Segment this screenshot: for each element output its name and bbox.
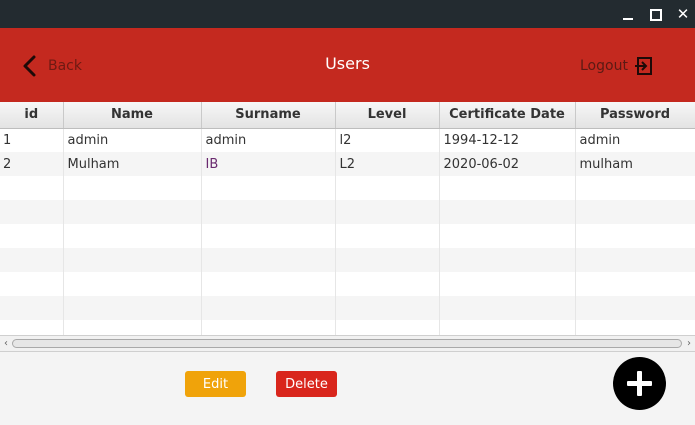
edit-button[interactable]: Edit [185, 371, 246, 397]
add-user-button[interactable] [613, 357, 666, 410]
column-header-level[interactable]: Level [335, 102, 440, 129]
empty-row [0, 200, 695, 224]
column-header-id[interactable]: id [0, 102, 64, 129]
cell-password: admin [575, 128, 695, 152]
window-titlebar: ✕ [0, 0, 695, 28]
cell-id: 2 [0, 152, 64, 176]
column-header-certificate-date[interactable]: Certificate Date [439, 102, 576, 129]
column-header-surname[interactable]: Surname [201, 102, 336, 129]
empty-row [0, 272, 695, 296]
cell-level: L2 [335, 152, 440, 176]
empty-row [0, 248, 695, 272]
cell-password: mulham [575, 152, 695, 176]
empty-row [0, 176, 695, 200]
empty-row [0, 320, 695, 335]
back-button[interactable]: Back [20, 52, 82, 80]
table-header-row: id Name Surname Level Certificate Date P… [0, 102, 695, 129]
logout-button[interactable]: Logout [580, 56, 654, 76]
minimize-icon[interactable] [618, 4, 638, 24]
column-header-name[interactable]: Name [63, 102, 202, 129]
logout-icon [634, 57, 652, 75]
table-row[interactable]: 2 Mulham IB L2 2020-06-02 mulham [0, 152, 695, 176]
empty-row [0, 296, 695, 320]
cell-surname: IB [201, 152, 336, 176]
horizontal-scrollbar[interactable]: ‹ › [0, 335, 695, 352]
table-row[interactable]: 1 admin admin l2 1994-12-12 admin [0, 128, 695, 152]
app-header: Back Users Logout [0, 28, 695, 102]
cell-certificate-date: 1994-12-12 [439, 128, 576, 152]
cell-id: 1 [0, 128, 64, 152]
scroll-left-icon[interactable]: ‹ [1, 338, 11, 350]
column-header-password[interactable]: Password [575, 102, 695, 129]
cell-name: admin [63, 128, 202, 152]
users-table[interactable]: id Name Surname Level Certificate Date P… [0, 102, 695, 335]
close-icon[interactable]: ✕ [673, 4, 693, 24]
cell-certificate-date: 2020-06-02 [439, 152, 576, 176]
chevron-left-icon [23, 55, 36, 77]
maximize-icon[interactable] [645, 4, 665, 24]
delete-button[interactable]: Delete [276, 371, 337, 397]
cell-surname: admin [201, 128, 336, 152]
empty-row [0, 224, 695, 248]
scroll-right-icon[interactable]: › [684, 338, 694, 350]
cell-name: Mulham [63, 152, 202, 176]
back-label: Back [48, 58, 82, 74]
logout-label: Logout [580, 58, 628, 74]
scrollbar-thumb[interactable] [12, 339, 682, 348]
cell-level: l2 [335, 128, 440, 152]
